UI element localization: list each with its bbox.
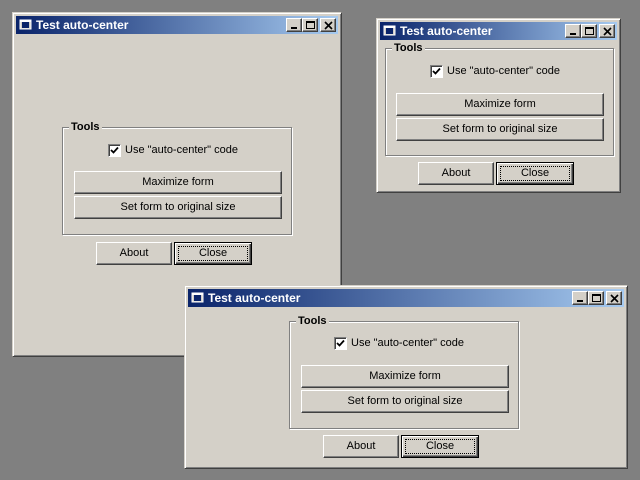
tools-groupbox: Tools Use "auto-center" code Maximize fo… bbox=[62, 120, 292, 235]
maximize-window-button[interactable] bbox=[302, 18, 318, 32]
minimize-button[interactable] bbox=[286, 18, 302, 32]
close-icon bbox=[324, 21, 333, 30]
checkmark-icon bbox=[432, 67, 441, 75]
minimize-icon bbox=[291, 27, 297, 29]
app-icon bbox=[19, 19, 32, 30]
maximize-form-button[interactable]: Maximize form bbox=[396, 93, 604, 116]
maximize-window-button[interactable] bbox=[581, 24, 597, 38]
app-icon bbox=[191, 292, 204, 303]
checkmark-icon bbox=[110, 146, 119, 154]
title-bar[interactable]: Test auto-center bbox=[16, 16, 338, 34]
close-button[interactable]: Close bbox=[401, 435, 479, 458]
close-button[interactable]: Close bbox=[174, 242, 252, 265]
checkbox-label: Use "auto-center" code bbox=[447, 65, 560, 77]
maximize-window-button[interactable] bbox=[588, 291, 604, 305]
auto-center-checkbox[interactable] bbox=[334, 337, 347, 350]
about-button[interactable]: About bbox=[323, 435, 399, 458]
maximize-icon bbox=[592, 294, 601, 302]
minimize-button[interactable] bbox=[572, 291, 588, 305]
window-top-right: Test auto-center Tools Use "auto-center"… bbox=[376, 18, 621, 193]
title-bar[interactable]: Test auto-center bbox=[188, 289, 624, 307]
checkbox-label: Use "auto-center" code bbox=[351, 337, 464, 349]
auto-center-checkbox-row[interactable]: Use "auto-center" code bbox=[334, 337, 464, 350]
tools-groupbox: Tools Use "auto-center" code Maximize fo… bbox=[385, 41, 614, 156]
close-button-label: Close bbox=[520, 167, 550, 179]
minimize-button[interactable] bbox=[565, 24, 581, 38]
about-button[interactable]: About bbox=[418, 162, 494, 185]
close-window-button[interactable] bbox=[606, 291, 622, 305]
close-window-button[interactable] bbox=[599, 24, 615, 38]
window-title: Test auto-center bbox=[208, 291, 301, 305]
close-button-label: Close bbox=[425, 440, 455, 452]
maximize-icon bbox=[585, 27, 594, 35]
close-window-button[interactable] bbox=[320, 18, 336, 32]
window-title: Test auto-center bbox=[400, 24, 493, 38]
auto-center-checkbox[interactable] bbox=[108, 144, 121, 157]
set-original-size-button[interactable]: Set form to original size bbox=[74, 196, 282, 219]
close-icon bbox=[603, 27, 612, 36]
auto-center-checkbox-row[interactable]: Use "auto-center" code bbox=[108, 144, 238, 157]
title-bar[interactable]: Test auto-center bbox=[380, 22, 617, 40]
app-icon bbox=[383, 25, 396, 36]
group-label: Tools bbox=[69, 120, 102, 134]
window-bottom: Test auto-center Tools Use "auto-center"… bbox=[184, 285, 628, 469]
group-label: Tools bbox=[296, 314, 329, 328]
maximize-form-button[interactable]: Maximize form bbox=[74, 171, 282, 194]
about-button[interactable]: About bbox=[96, 242, 172, 265]
group-label: Tools bbox=[392, 41, 425, 55]
close-button[interactable]: Close bbox=[496, 162, 574, 185]
close-icon bbox=[610, 294, 619, 303]
close-button-label: Close bbox=[198, 247, 228, 259]
set-original-size-button[interactable]: Set form to original size bbox=[301, 390, 509, 413]
minimize-icon bbox=[570, 33, 576, 35]
maximize-icon bbox=[306, 21, 315, 29]
window-title: Test auto-center bbox=[36, 18, 129, 32]
maximize-form-button[interactable]: Maximize form bbox=[301, 365, 509, 388]
set-original-size-button[interactable]: Set form to original size bbox=[396, 118, 604, 141]
auto-center-checkbox-row[interactable]: Use "auto-center" code bbox=[430, 65, 560, 78]
checkmark-icon bbox=[336, 339, 345, 347]
minimize-icon bbox=[577, 300, 583, 302]
checkbox-label: Use "auto-center" code bbox=[125, 144, 238, 156]
tools-groupbox: Tools Use "auto-center" code Maximize fo… bbox=[289, 314, 519, 429]
auto-center-checkbox[interactable] bbox=[430, 65, 443, 78]
